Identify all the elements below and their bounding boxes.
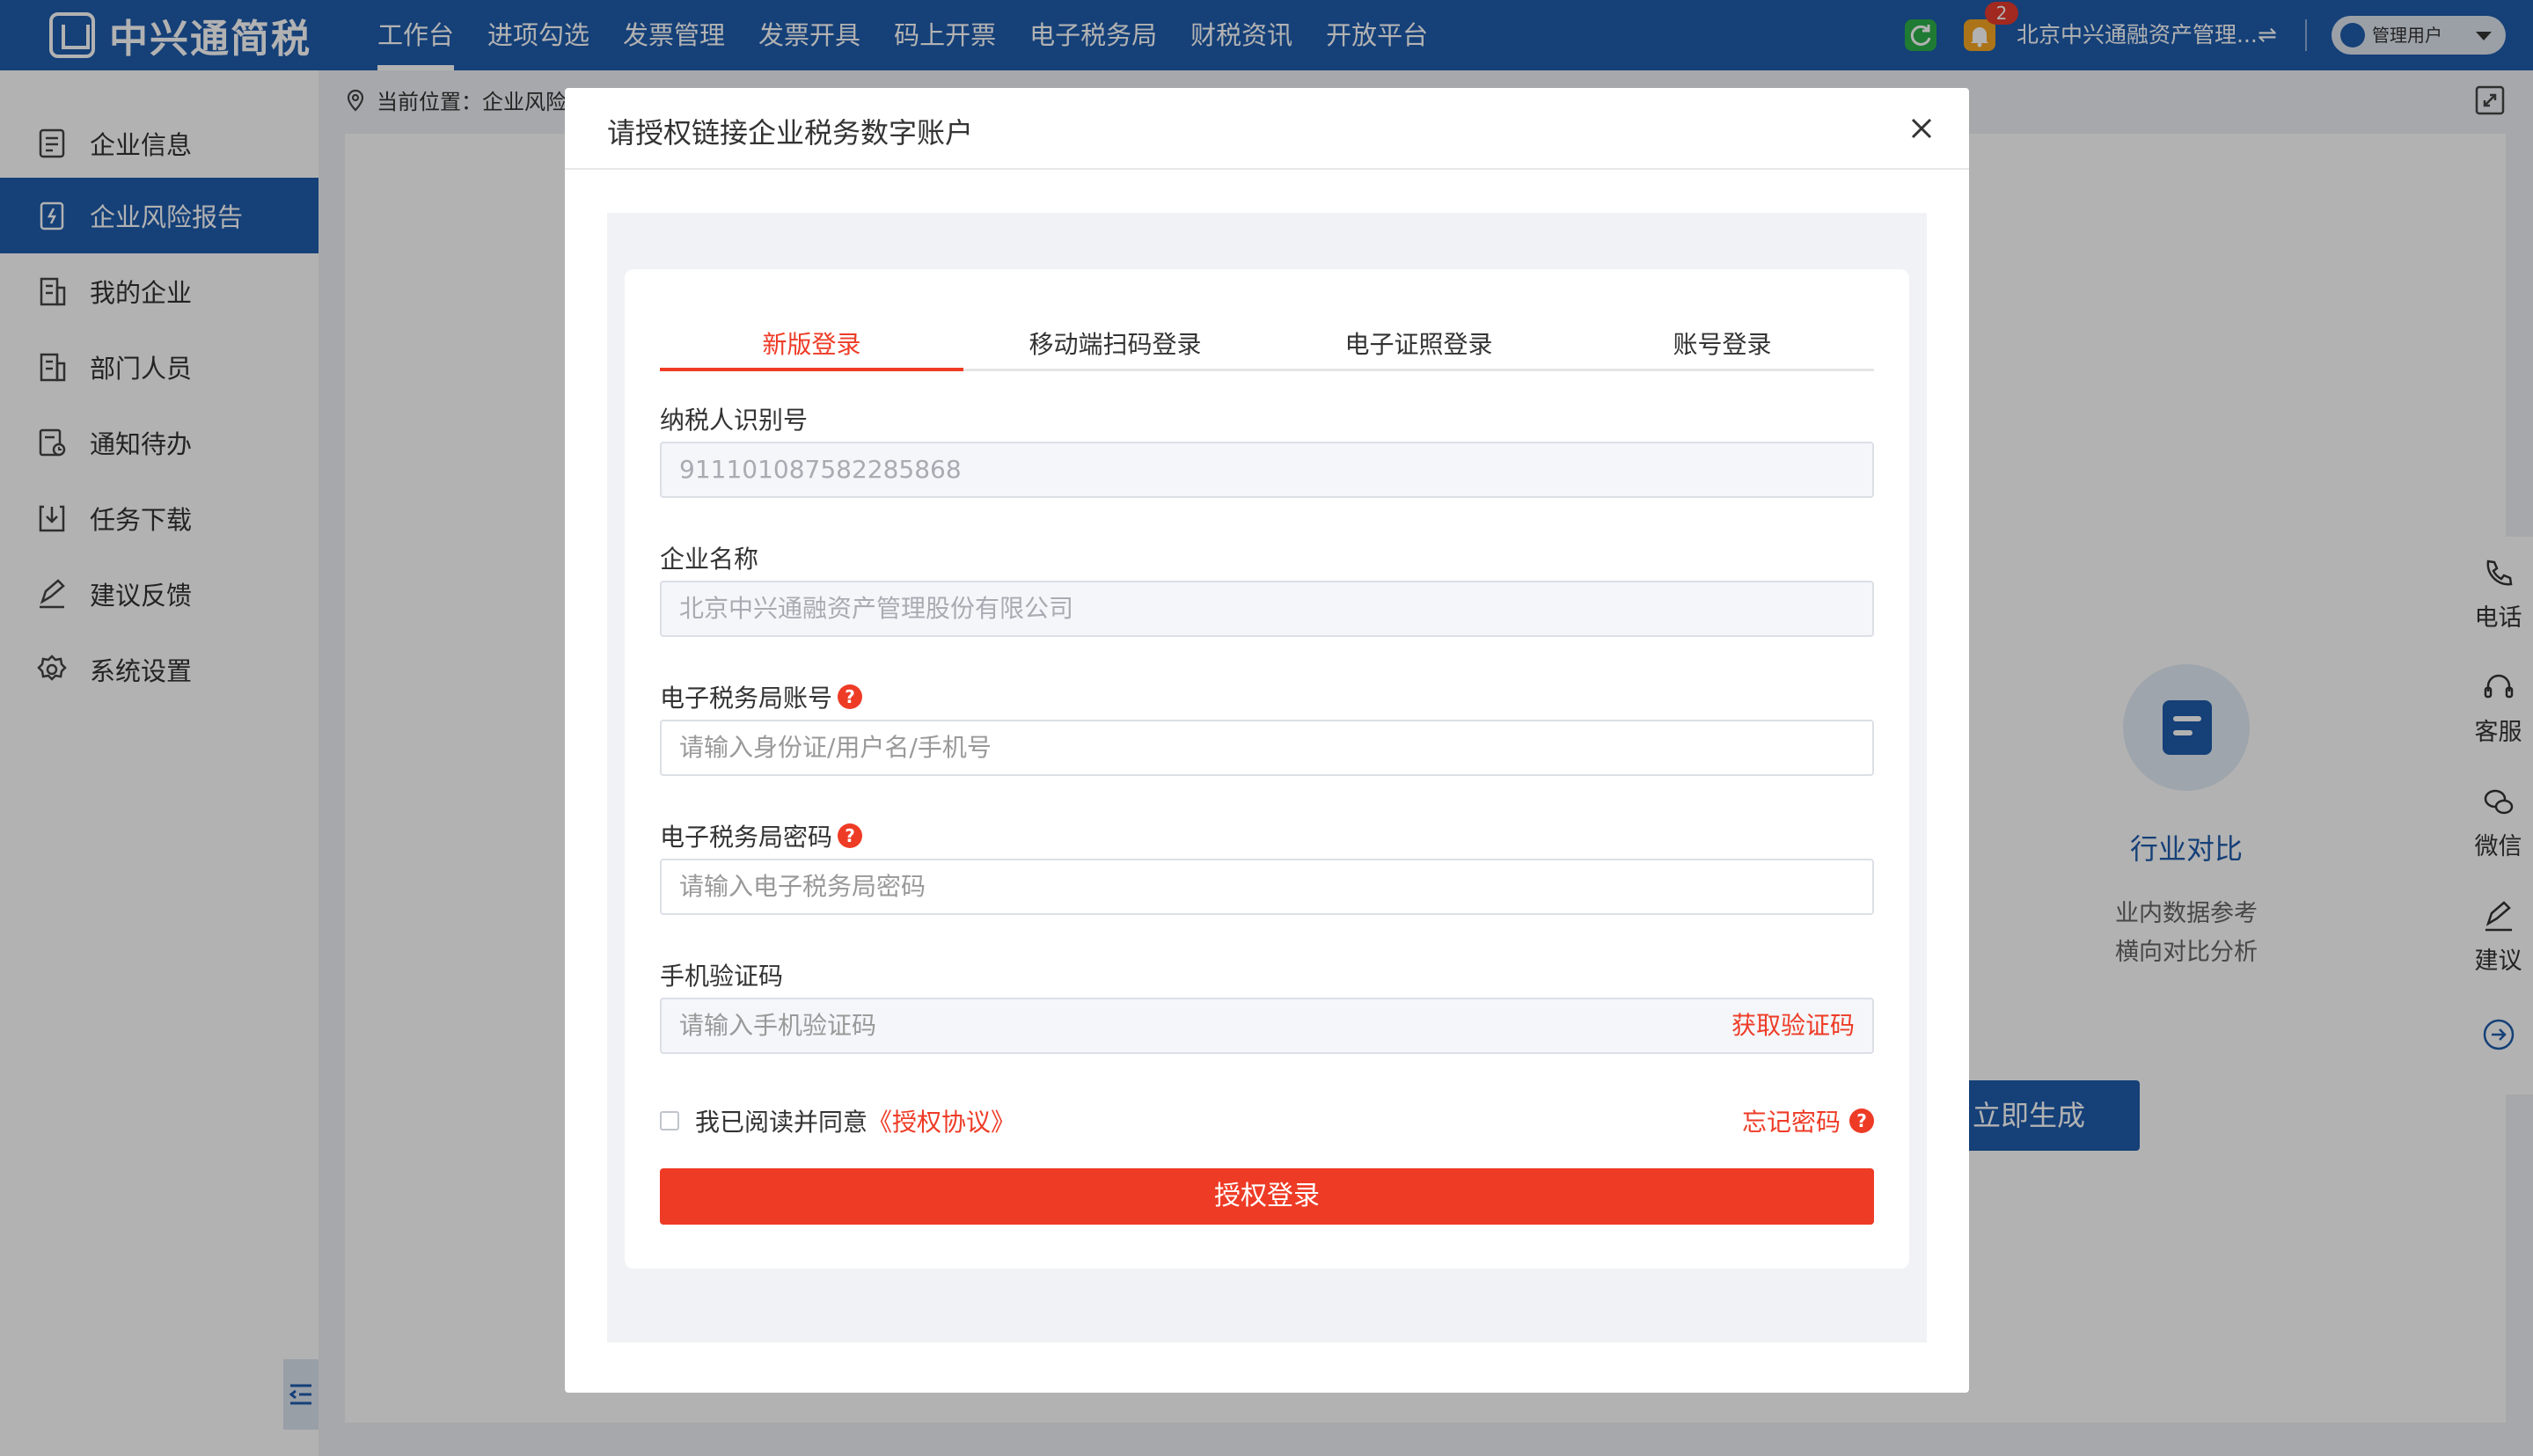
sms-code-label: 手机验证码 [660, 962, 784, 991]
tax-id-field: 911101087582285868 [660, 442, 1874, 498]
company-name-label: 企业名称 [660, 545, 759, 574]
tab-e-license-login[interactable]: 电子证照登录 [1267, 320, 1570, 369]
get-sms-code-button[interactable]: 获取验证码 [1731, 999, 1855, 1052]
sms-code-placeholder: 请输入手机验证码 [679, 1011, 877, 1040]
account-label: 电子税务局账号 ? [660, 679, 863, 714]
dialog-body: 新版登录 移动端扫码登录 电子证照登录 账号登录 纳税人识别号 91110108… [607, 213, 1927, 1343]
forgot-password-link[interactable]: 忘记密码 ? [1742, 1103, 1874, 1138]
help-icon[interactable]: ? [838, 823, 863, 848]
tab-mobile-scan-login[interactable]: 移动端扫码登录 [963, 320, 1267, 369]
agreement-link[interactable]: 《授权协议》 [868, 1103, 1015, 1138]
help-icon[interactable]: ? [1849, 1108, 1874, 1133]
password-input[interactable]: 请输入电子税务局密码 [660, 859, 1874, 915]
authorize-login-button[interactable]: 授权登录 [660, 1168, 1874, 1225]
account-label-text: 电子税务局账号 [660, 684, 833, 713]
tab-account-login[interactable]: 账号登录 [1570, 320, 1874, 369]
password-label: 电子税务局密码 ? [660, 818, 863, 853]
dialog-header: 请授权链接企业税务数字账户 [565, 88, 1969, 170]
login-panel: 新版登录 移动端扫码登录 电子证照登录 账号登录 纳税人识别号 91110108… [625, 269, 1909, 1269]
authorize-dialog: 请授权链接企业税务数字账户 新版登录 移动端扫码登录 电子证照登录 账号登录 纳… [565, 88, 1969, 1393]
tab-new-login[interactable]: 新版登录 [660, 320, 963, 371]
tax-id-label: 纳税人识别号 [660, 406, 809, 435]
sms-code-input[interactable]: 请输入手机验证码 获取验证码 [660, 998, 1874, 1054]
agreement-row: 我已阅读并同意 《授权协议》 [660, 1103, 1015, 1138]
help-icon[interactable]: ? [838, 684, 863, 709]
agree-text: 我已阅读并同意 [695, 1108, 868, 1137]
agree-checkbox[interactable] [660, 1111, 679, 1130]
account-input[interactable]: 请输入身份证/用户名/手机号 [660, 720, 1874, 776]
forgot-password-text: 忘记密码 [1741, 1108, 1841, 1137]
company-name-field: 北京中兴通融资产管理股份有限公司 [660, 581, 1874, 637]
dialog-title: 请授权链接企业税务数字账户 [607, 116, 974, 150]
close-icon[interactable] [1906, 113, 1937, 144]
password-label-text: 电子税务局密码 [660, 823, 833, 852]
login-tabs: 新版登录 移动端扫码登录 电子证照登录 账号登录 [660, 320, 1874, 371]
